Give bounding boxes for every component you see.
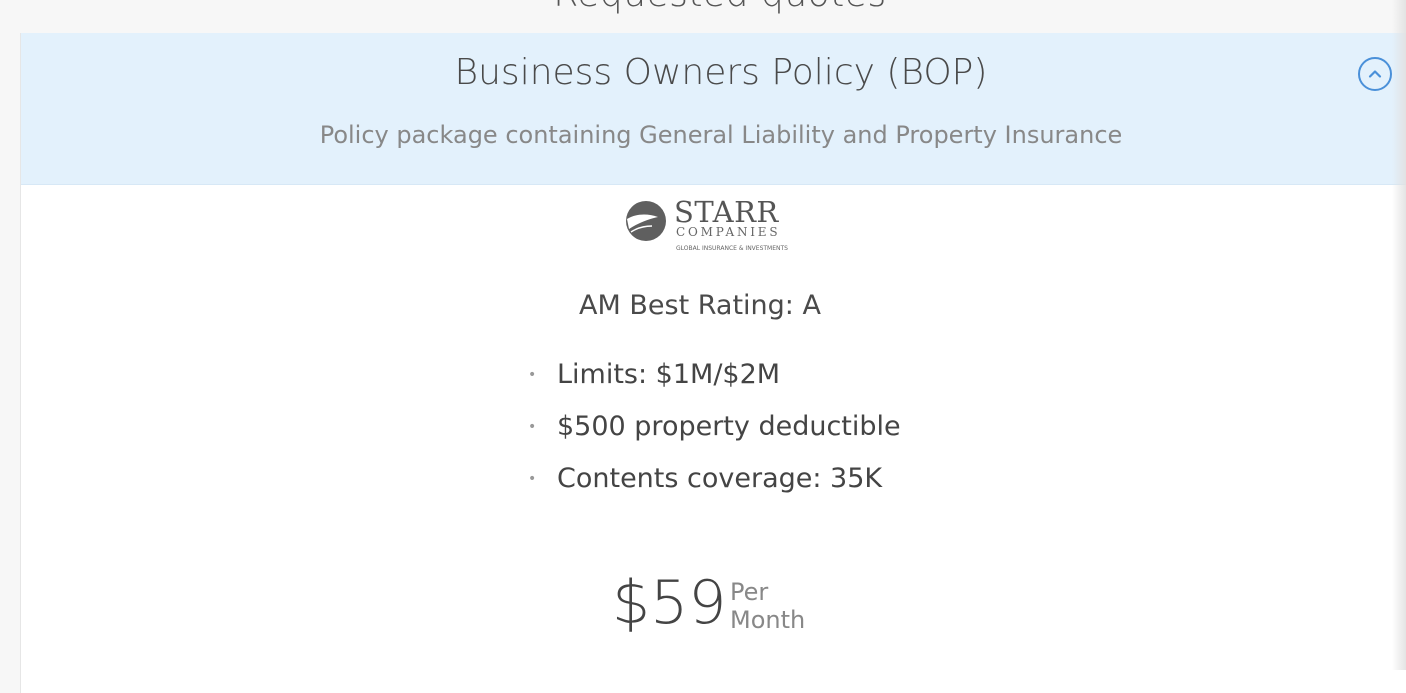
- card-header[interactable]: Business Owners Policy (BOP) Policy pack…: [21, 33, 1406, 185]
- feature-item: • $500 property deductible: [528, 408, 901, 460]
- logo-sub: COMPANIES: [676, 225, 781, 239]
- price-amount: $59: [612, 568, 727, 638]
- bullet-dot-icon: •: [528, 367, 537, 383]
- am-best-rating: AM Best Rating: A: [579, 290, 821, 321]
- feature-item: • Limits: $1M/$2M: [528, 356, 901, 408]
- chevron-up-icon: [1368, 70, 1382, 78]
- feature-item: • Contents coverage: 35K: [528, 460, 901, 512]
- policy-title: Business Owners Policy (BOP): [454, 52, 988, 93]
- feature-text: Contents coverage: 35K: [557, 463, 883, 494]
- section-heading: Requested quotes: [20, 0, 1406, 15]
- coverage-features: • Limits: $1M/$2M • $500 property deduct…: [528, 356, 901, 512]
- carrier-logo: STARR COMPANIES GLOBAL INSURANCE & INVES…: [625, 195, 788, 259]
- bullet-dot-icon: •: [528, 419, 537, 435]
- bullet-dot-icon: •: [528, 471, 537, 487]
- price-per-label: Per: [730, 578, 769, 606]
- logo-tagline: GLOBAL INSURANCE & INVESTMENTS: [676, 245, 788, 252]
- collapse-button[interactable]: [1358, 57, 1392, 91]
- feature-text: $500 property deductible: [557, 411, 901, 442]
- logo-name: STARR: [674, 195, 779, 229]
- policy-subtitle: Policy package containing General Liabil…: [319, 121, 1123, 149]
- feature-text: Limits: $1M/$2M: [557, 359, 781, 390]
- starr-emblem-icon: [626, 201, 666, 241]
- price-month-label: Month: [730, 606, 806, 634]
- price-period: Per Month: [730, 578, 805, 634]
- scroll-edge-shade: [1392, 0, 1406, 670]
